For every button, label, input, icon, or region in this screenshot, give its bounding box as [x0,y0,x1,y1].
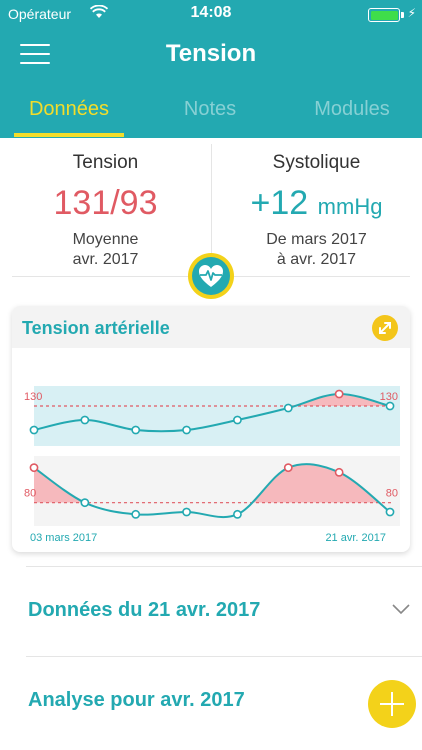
stat-systolique-value: +12 [250,184,309,222]
stat-tension-sub2: avr. 2017 [72,251,139,268]
card-title: Tension artérielle [22,318,170,338]
stat-systolique-value-wrap: +12 mmHg [211,184,422,223]
diastolic-threshold-label-left: 80 [24,488,36,500]
systolic-point-2 [131,425,141,435]
app-header: Opérateur 14:08 ⚡ Tension Données Notes … [0,0,422,138]
stat-systolique-sub1: De mars 2017 [266,231,367,248]
heart-rate-badge-icon [188,253,234,299]
systolic-point-3 [182,425,191,435]
systolic-point-5 [283,403,293,413]
plus-icon-v [391,692,393,716]
clock: 14:08 [190,4,232,21]
row-donnees-du-jour[interactable]: Données du 21 avr. 2017 [26,566,422,656]
diastolic-point-2 [131,509,141,519]
diastolic-point-5 [283,463,293,473]
card-header: Tension artérielle [12,306,410,348]
stat-systolique: Systolique +12 mmHg De mars 2017 à avr. … [211,138,422,278]
stat-tension-value: 131/93 [53,184,158,222]
battery-icon [368,8,400,22]
chart-start-date: 03 mars 2017 [30,532,98,544]
stat-systolique-unit: mmHg [317,194,383,219]
status-bar: Opérateur 14:08 ⚡ [0,0,422,28]
row-donnees-label: Données du 21 avr. 2017 [28,599,261,621]
stat-tension-sub: Moyenne avr. 2017 [0,230,211,270]
chart-end-date: 21 avr. 2017 [325,532,386,544]
diastolic-point-0 [29,463,39,473]
systolic-point-0 [29,425,39,435]
stat-systolique-sub: De mars 2017 à avr. 2017 [211,230,422,270]
diastolic-point-6 [334,467,344,477]
systolic-threshold-label-right: 130 [380,391,398,403]
chevron-down-icon [392,604,410,615]
systolic-point-1 [80,415,90,425]
active-tab-indicator [14,133,124,137]
diastolic-threshold-label-right: 80 [386,488,398,500]
diastolic-point-3 [182,507,191,517]
diastolic-point-7 [385,507,395,517]
charging-icon: ⚡ [407,6,416,20]
tab-donnees[interactable]: Données [14,98,124,121]
row-analyse-label: Analyse pour avr. 2017 [28,689,245,711]
diastolic-point-1 [80,498,90,508]
stat-tension-label: Tension [72,152,139,173]
systolic-threshold-label-left: 130 [24,391,42,403]
tab-notes[interactable]: Notes [148,98,272,121]
page-title: Tension [165,40,257,67]
diastolic-point-4 [233,509,242,519]
stat-systolique-label: Systolique [272,152,361,173]
add-plus-button[interactable] [368,680,416,728]
systolic-point-6 [334,389,344,399]
stat-systolique-sub2: à avr. 2017 [276,251,357,268]
systolic-point-4 [233,415,242,425]
battery-tip [401,12,404,18]
systolic-point-7 [385,401,395,411]
tab-bar: Données Notes Modules [0,92,422,138]
row-analyse-mois[interactable]: Analyse pour avr. 2017 [26,656,422,746]
expand-icon[interactable] [372,315,398,341]
blood-pressure-card: Tension artérielle 130 130 80 80 03 mars 20… [12,306,410,552]
stat-tension: Tension 131/93 Moyenne avr. 2017 [0,138,211,278]
tab-modules[interactable]: Modules [290,98,414,121]
blood-pressure-chart: 130 130 80 80 [24,386,400,526]
stat-tension-sub1: Moyenne [72,231,139,248]
